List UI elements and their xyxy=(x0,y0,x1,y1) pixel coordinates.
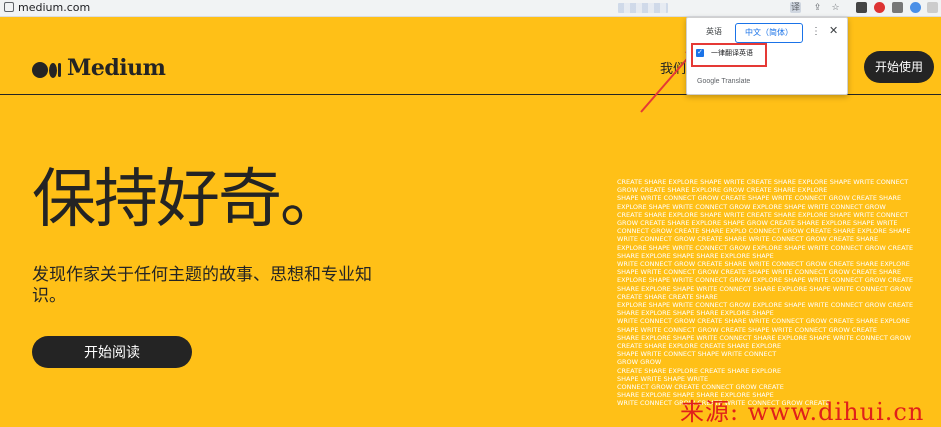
word-art-line: CREATE SHARE EXPLORE SHAPE WRITE CREATE … xyxy=(617,210,909,219)
extension-icon[interactable] xyxy=(874,2,885,13)
word-art-line: CREATE SHARE EXPLORE SHAPE WRITE CREATE … xyxy=(617,178,909,186)
logo-text: Medium xyxy=(67,55,166,81)
word-art-line: SHAPE WRITE CONNECT GROW CREATE SHAPE WR… xyxy=(617,268,902,277)
word-art-line: SHAPE WRITE CONNECT SHAPE WRITE CONNECT xyxy=(617,350,777,359)
always-translate-checkbox[interactable]: ✓ xyxy=(696,49,704,57)
word-art-line: EXPLORE SHAPE WRITE CONNECT GROW EXPLORE… xyxy=(617,301,914,309)
word-art-line: EXPLORE SHAPE WRITE CONNECT GROW EXPLORE… xyxy=(617,276,914,285)
medium-logo-icon xyxy=(32,56,61,82)
get-started-button[interactable]: 开始使用 xyxy=(864,51,934,83)
share-icon[interactable]: ⇪ xyxy=(812,2,823,13)
start-reading-button[interactable]: 开始阅读 xyxy=(32,336,192,368)
word-art-line: CREATE SHARE CREATE SHARE xyxy=(617,292,718,301)
word-art-line: EXPLORE SHAPE WRITE CONNECT GROW EXPLORE… xyxy=(617,243,914,252)
word-art-line: GROW CREATE SHARE EXPLORE GROW CREATE SH… xyxy=(617,186,828,195)
more-options-icon[interactable]: ⋮ xyxy=(811,26,821,37)
word-art-line: CREATE SHARE EXPLORE CREATE SHARE EXPLOR… xyxy=(617,366,782,375)
address-bar[interactable]: medium.com xyxy=(4,1,90,14)
word-art-line: WRITE CONNECT GROW CREATE SHARE WRITE CO… xyxy=(617,317,910,326)
extension-icon[interactable] xyxy=(910,2,921,13)
word-art-line: SHARE EXPLORE SHAPE SHARE EXPLORE SHAPE xyxy=(617,251,774,260)
word-art-line: SHARE EXPLORE SHAPE WRITE CONNECT SHARE … xyxy=(617,284,911,293)
word-art-line: WRITE CONNECT GROW CREATE SHARE WRITE CO… xyxy=(617,260,910,268)
word-art-line: SHAPE WRITE CONNECT GROW CREATE SHAPE WR… xyxy=(617,194,902,203)
extension-icon[interactable] xyxy=(856,2,867,13)
close-icon[interactable]: ✕ xyxy=(829,24,838,37)
word-art-line: GROW GROW xyxy=(617,358,662,367)
word-art-line: WRITE CONNECT GROW CREATE SHARE WRITE CO… xyxy=(617,235,879,244)
hero-title: 保持好奇。 xyxy=(32,163,344,237)
google-translate-brand: Google Translate xyxy=(697,78,751,85)
word-art-line: SHARE EXPLORE SHAPE WRITE CONNECT SHARE … xyxy=(617,333,911,342)
tab-target-language[interactable]: 中文（简体） xyxy=(735,23,803,43)
translate-icon[interactable]: 译 xyxy=(790,2,801,13)
bookmark-star-icon[interactable]: ☆ xyxy=(830,2,841,13)
blurred-area xyxy=(618,3,668,13)
word-art-line: SHARE EXPLORE SHAPE SHARE EXPLORE SHAPE xyxy=(617,309,774,318)
browser-toolbar: medium.com 译 ⇪ ☆ xyxy=(0,0,941,17)
watermark: 来源: www.dihui.cn xyxy=(680,398,925,426)
translate-popup: 英语 中文（简体） ⋮ ✕ ✓ 一律翻译英语 Google Translate xyxy=(686,17,848,95)
url-text: medium.com xyxy=(18,1,91,14)
word-art-line: SHAPE WRITE SHAPE WRITE xyxy=(617,374,709,383)
always-translate-label: 一律翻译英语 xyxy=(711,50,753,57)
extension-icon[interactable] xyxy=(927,2,938,13)
lock-icon xyxy=(4,2,14,12)
hero-subtitle: 发现作家关于任何主题的故事、思想和专业知识。 xyxy=(32,265,372,305)
word-art-line: CONNECT GROW CREATE SHARE EXPLO CONNECT … xyxy=(617,227,911,236)
word-art: CREATE SHARE EXPLORE SHAPE WRITE CREATE … xyxy=(617,178,917,418)
medium-logo[interactable]: Medium xyxy=(32,55,166,82)
tab-source-language[interactable]: 英语 xyxy=(699,23,729,41)
word-art-line: CONNECT GROW CREATE CONNECT GROW CREATE xyxy=(617,383,784,391)
word-art-line: EXPLORE SHAPE WRITE CONNECT GROW EXPLORE… xyxy=(617,202,886,211)
word-art-line: CREATE SHARE EXPLORE CREATE SHARE EXPLOR… xyxy=(617,342,782,350)
word-art-line: GROW CREATE SHARE EXPLORE SHAPE GROW CRE… xyxy=(617,219,898,227)
extension-icon[interactable] xyxy=(892,2,903,13)
word-art-line: SHAPE WRITE CONNECT GROW CREATE SHAPE WR… xyxy=(617,325,877,334)
